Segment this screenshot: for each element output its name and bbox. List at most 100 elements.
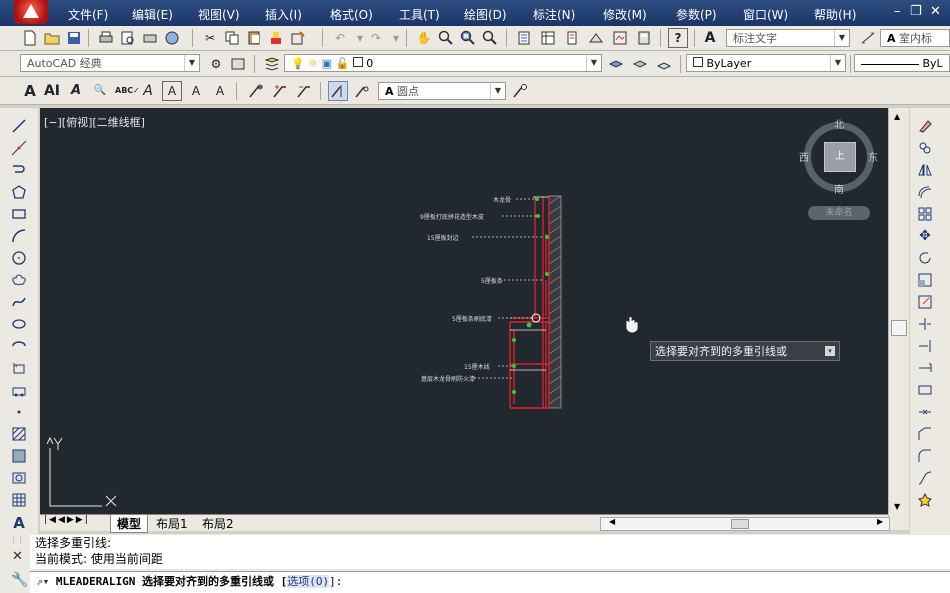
spline-icon[interactable] bbox=[10, 294, 28, 312]
menu-tools[interactable]: 工具(T) bbox=[399, 6, 440, 23]
command-line[interactable]: ⇗▾ MLEADERALIGN 选择要对齐到的多重引线或 [选项(O)]: bbox=[30, 571, 950, 593]
color-combo[interactable]: ByLayer ▼ bbox=[686, 54, 846, 72]
customize-wrench-icon[interactable]: 🔧 bbox=[11, 572, 28, 588]
menu-format[interactable]: 格式(O) bbox=[330, 6, 373, 23]
pan-icon[interactable]: ✋ bbox=[414, 28, 434, 48]
viewcube-east[interactable]: 东 bbox=[868, 149, 878, 164]
dim-style-combo[interactable]: A 室内标 bbox=[880, 29, 950, 47]
mirror-icon[interactable] bbox=[916, 162, 934, 180]
menu-window[interactable]: 窗口(W) bbox=[743, 6, 788, 23]
align-multileader-icon[interactable] bbox=[328, 81, 348, 101]
find-replace-icon[interactable]: 🔍 bbox=[90, 81, 110, 101]
zoom-window-icon[interactable] bbox=[458, 28, 478, 48]
polygon-icon[interactable] bbox=[10, 184, 28, 202]
scroll-left-icon[interactable]: ◀ bbox=[609, 517, 615, 526]
application-icon[interactable] bbox=[14, 0, 48, 24]
menu-insert[interactable]: 插入(I) bbox=[265, 6, 302, 23]
match-properties-icon[interactable] bbox=[266, 28, 286, 48]
text-style-manager-icon[interactable]: A bbox=[138, 81, 158, 101]
ellipse-arc-icon[interactable] bbox=[10, 338, 28, 356]
convert-distance-icon[interactable]: A bbox=[210, 81, 230, 101]
ellipse-icon[interactable] bbox=[10, 316, 28, 334]
horizontal-scrollbar[interactable]: ◀ ▶ bbox=[600, 517, 890, 531]
scroll-thumb[interactable] bbox=[891, 320, 907, 336]
offset-icon[interactable] bbox=[916, 184, 934, 202]
close-command-icon[interactable]: ✕ bbox=[12, 549, 23, 564]
layer-combo[interactable]: 💡 ☼ ▣ 🔓 0 ▼ bbox=[284, 54, 602, 72]
blend-curves-icon[interactable] bbox=[916, 470, 934, 488]
polyline-icon[interactable] bbox=[10, 162, 28, 180]
single-line-text-icon[interactable]: AI bbox=[42, 81, 62, 101]
spell-check-icon[interactable]: ABC✓ bbox=[114, 81, 140, 101]
multileader-icon[interactable] bbox=[246, 81, 266, 101]
command-leader-icon[interactable]: ⇗▾ bbox=[36, 575, 49, 588]
sheet-set-icon[interactable] bbox=[586, 28, 606, 48]
table-icon[interactable] bbox=[10, 492, 28, 510]
text-style-combo[interactable]: 标注文字 ▼ bbox=[726, 29, 850, 47]
make-block-icon[interactable] bbox=[10, 382, 28, 400]
markup-icon[interactable] bbox=[610, 28, 630, 48]
rotate-icon[interactable] bbox=[916, 250, 934, 268]
menu-parametric[interactable]: 参数(P) bbox=[676, 6, 717, 23]
properties-icon[interactable] bbox=[514, 28, 534, 48]
join-icon[interactable] bbox=[916, 404, 934, 422]
justify-text-icon[interactable]: A bbox=[186, 81, 206, 101]
new-file-icon[interactable] bbox=[20, 28, 40, 48]
scroll-right-icon[interactable]: ▶ bbox=[877, 517, 883, 526]
workspace-settings-icon[interactable]: ⚙ bbox=[206, 54, 226, 74]
multileader-style-combo[interactable]: A 圆点 ▼ bbox=[378, 82, 506, 100]
publish-icon[interactable] bbox=[140, 28, 160, 48]
menu-file[interactable]: 文件(F) bbox=[68, 6, 108, 23]
move-icon[interactable]: ✥ bbox=[916, 228, 934, 246]
copy-icon[interactable] bbox=[222, 28, 242, 48]
edit-text-icon[interactable]: A bbox=[66, 81, 86, 101]
viewcube-south[interactable]: 南 bbox=[834, 181, 844, 196]
rectangle-icon[interactable] bbox=[10, 206, 28, 224]
point-icon[interactable] bbox=[10, 404, 28, 422]
undo-icon[interactable]: ↶ bbox=[330, 28, 350, 48]
remove-leader-icon[interactable] bbox=[294, 81, 314, 101]
trim-icon[interactable] bbox=[916, 316, 934, 334]
menu-help[interactable]: 帮助(H) bbox=[814, 6, 856, 23]
tab-layout1[interactable]: 布局1 bbox=[152, 515, 192, 532]
tooltip-dropdown-icon[interactable]: ▾ bbox=[825, 346, 835, 356]
erase-icon[interactable] bbox=[916, 118, 934, 136]
hscroll-thumb[interactable] bbox=[731, 519, 749, 529]
linetype-combo[interactable]: ByL bbox=[854, 54, 950, 72]
minimize-icon[interactable]: – bbox=[894, 4, 901, 19]
restore-icon[interactable]: ❐ bbox=[910, 4, 922, 19]
paste-icon[interactable] bbox=[244, 28, 264, 48]
layer-properties-icon[interactable] bbox=[262, 54, 282, 74]
cut-icon[interactable]: ✂ bbox=[200, 28, 220, 48]
drawing-canvas[interactable]: [−][俯视][二维线框] 木龙骨 9厘板打底拼花造型木皮 15厘板封边 5厘板… bbox=[40, 108, 888, 514]
print-preview-icon[interactable] bbox=[118, 28, 138, 48]
3d-dwf-icon[interactable] bbox=[162, 28, 182, 48]
menu-view[interactable]: 视图(V) bbox=[198, 6, 240, 23]
command-option[interactable]: 选项(O) bbox=[287, 575, 330, 588]
scroll-down-icon[interactable]: ▼ bbox=[894, 502, 900, 511]
tab-model[interactable]: 模型 bbox=[110, 515, 149, 533]
viewcube-top-face[interactable]: 上 bbox=[824, 142, 856, 172]
layer-iso-icon[interactable] bbox=[654, 54, 674, 74]
extend-icon[interactable] bbox=[916, 338, 934, 356]
zoom-realtime-icon[interactable] bbox=[436, 28, 456, 48]
insert-block-icon[interactable] bbox=[10, 360, 28, 378]
menu-dimension[interactable]: 标注(N) bbox=[533, 6, 575, 23]
redo-dropdown-icon[interactable]: ▾ bbox=[386, 28, 406, 48]
tool-palettes-icon[interactable] bbox=[562, 28, 582, 48]
copy-object-icon[interactable] bbox=[916, 140, 934, 158]
multiline-text-icon[interactable]: A bbox=[20, 81, 40, 101]
line-icon[interactable] bbox=[10, 118, 28, 136]
tab-layout2[interactable]: 布局2 bbox=[198, 515, 238, 532]
region-icon[interactable] bbox=[10, 470, 28, 488]
print-icon[interactable] bbox=[96, 28, 116, 48]
scroll-up-icon[interactable]: ▲ bbox=[894, 112, 900, 121]
tab-navigation-icon[interactable]: |◀◀▶▶| bbox=[44, 515, 90, 525]
arc-icon[interactable] bbox=[10, 228, 28, 246]
add-leader-icon[interactable] bbox=[270, 81, 290, 101]
workspace-combo[interactable]: AutoCAD 经典 ▼ bbox=[20, 54, 200, 72]
grip-icon[interactable]: ⋮⋮ bbox=[10, 536, 24, 544]
save-icon[interactable] bbox=[64, 28, 84, 48]
layer-previous-icon[interactable] bbox=[630, 54, 650, 74]
redo-icon[interactable]: ↷ bbox=[366, 28, 386, 48]
